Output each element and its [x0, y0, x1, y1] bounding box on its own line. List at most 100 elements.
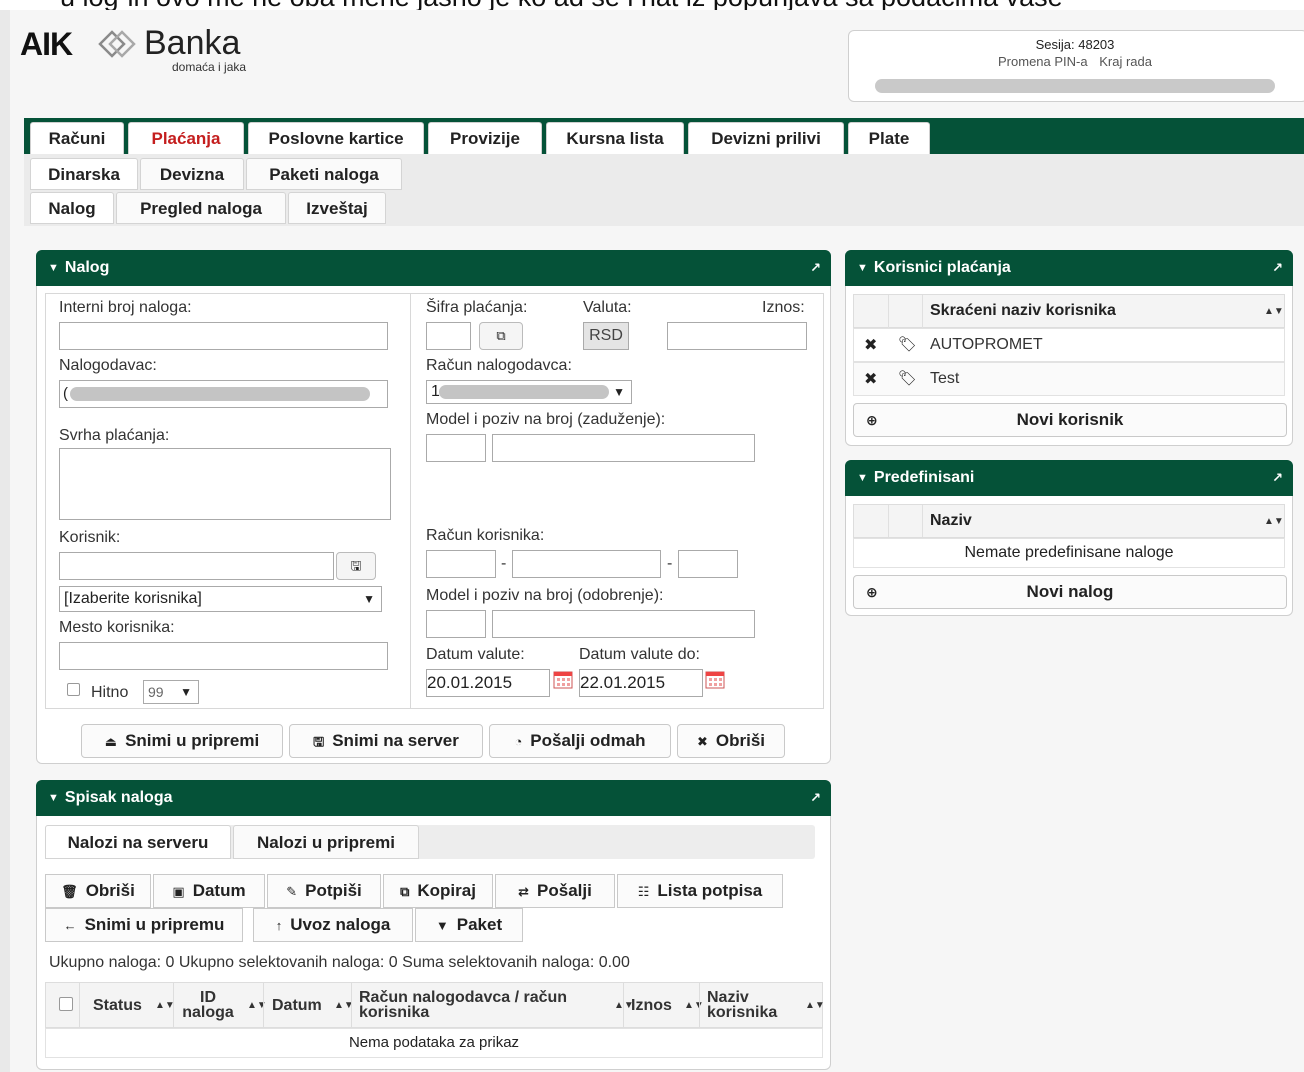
collapse-caret-icon[interactable]: ▼	[857, 460, 868, 496]
col-naziv[interactable]: Naziv	[930, 512, 972, 530]
delete-icon[interactable]: ✖	[864, 369, 877, 389]
sifra-input[interactable]	[426, 322, 471, 350]
subtab-paketi-naloga[interactable]: Paketi naloga	[246, 158, 402, 190]
snimi-u-pripremi-button[interactable]: ⏏ Snimi u pripremi	[81, 724, 283, 758]
posalji-odmah-button[interactable]: ◔ Pošalji odmah	[489, 724, 671, 758]
select-all-checkbox[interactable]	[59, 997, 73, 1011]
tab-poslovne-kartice[interactable]: Poslovne kartice	[248, 122, 424, 154]
nalog-panel-header[interactable]: ▼ Nalog ↗	[36, 250, 831, 286]
expand-icon[interactable]: ↗	[1272, 250, 1283, 286]
arrow-left-icon: ←	[63, 918, 77, 933]
sort-icon[interactable]: ▲▼	[155, 1000, 175, 1011]
col-iznos[interactable]: Iznos	[631, 997, 672, 1015]
expand-icon[interactable]: ↗	[810, 250, 821, 286]
korisnik-save-button[interactable]: 🖫	[336, 552, 376, 580]
iznos-input[interactable]	[667, 322, 807, 350]
change-pin-link[interactable]: Promena PIN-a	[998, 54, 1088, 69]
plus-circle-icon: ⊕	[866, 412, 878, 428]
subtab-dinarska[interactable]: Dinarska	[30, 158, 138, 190]
collapse-caret-icon[interactable]: ▼	[48, 780, 59, 816]
col-racun[interactable]: Račun nalogodavca / račun korisnika	[359, 990, 579, 1021]
collapse-caret-icon[interactable]: ▼	[48, 250, 59, 286]
toolbar-lista-potpisa-button[interactable]: ☷ Lista potpisa	[617, 874, 783, 908]
racun-korisnika-bank-input[interactable]	[426, 550, 496, 578]
toolbar-snimi-u-pripremu-button[interactable]: ← Snimi u pripremu	[45, 908, 243, 942]
racun-korisnika-control-input[interactable]	[678, 550, 738, 578]
tab-placanja[interactable]: Plaćanja	[128, 122, 244, 156]
tag-icon[interactable]: 🏷	[898, 369, 917, 387]
tab-plate[interactable]: Plate	[848, 122, 930, 154]
nalogodavac-input[interactable]: (	[59, 380, 388, 408]
col-naziv-korisnika[interactable]: Naziv korisnika	[707, 990, 787, 1021]
datum-valute-do-input[interactable]: 22.01.2015	[579, 669, 703, 697]
sort-icon[interactable]: ▲▼	[1264, 306, 1284, 317]
korisnik-row[interactable]	[853, 362, 1285, 396]
sort-icon[interactable]: ▲▼	[684, 1000, 704, 1011]
collapse-caret-icon[interactable]: ▼	[857, 250, 868, 286]
interni-broj-input[interactable]	[59, 322, 388, 350]
svrha-textarea[interactable]	[59, 448, 391, 520]
col-skraceni-naziv[interactable]: Skraćeni naziv korisnika	[930, 302, 1116, 320]
tab-kursna-lista[interactable]: Kursna lista	[546, 122, 684, 154]
toolbar-uvoz-naloga-button[interactable]: ↑ Uvoz naloga	[253, 908, 413, 942]
hitno-select[interactable]: 99 ▼	[143, 680, 199, 704]
subtab-devizna[interactable]: Devizna	[140, 158, 244, 190]
tag-icon[interactable]: 🏷	[898, 335, 917, 353]
obrisi-button[interactable]: ✖ Obriši	[677, 724, 785, 758]
subtab-pregled-naloga[interactable]: Pregled naloga	[116, 192, 286, 224]
label-model-odobrenje: Model i poziv na broj (odobrenje):	[426, 587, 664, 604]
predefinisani-table-header	[853, 504, 1285, 538]
caret-down-icon: ▼	[435, 918, 449, 933]
racun-korisnika-number-input[interactable]	[512, 550, 661, 578]
logout-link[interactable]: Kraj rada	[1099, 54, 1152, 69]
tab-nalozi-u-pripremi[interactable]: Nalozi u pripremi	[233, 825, 419, 859]
model-zaduzenje-input[interactable]	[426, 434, 486, 462]
korisnik-row[interactable]	[853, 328, 1285, 362]
tab-provizije[interactable]: Provizije	[428, 122, 542, 154]
col-id-naloga[interactable]: ID naloga	[182, 990, 234, 1021]
sort-icon[interactable]: ▲▼	[805, 1000, 825, 1011]
spisak-panel-header[interactable]: ▼ Spisak naloga ↗	[36, 780, 831, 816]
korisnik-name: AUTOPROMET	[930, 336, 1043, 353]
tab-racuni[interactable]: Računi	[30, 122, 124, 154]
calendar-icon[interactable]	[553, 671, 573, 689]
calendar-icon[interactable]	[705, 671, 725, 689]
datum-valute-input[interactable]: 20.01.2015	[426, 669, 550, 697]
snimi-na-server-button[interactable]: 🖫 Snimi na server	[289, 724, 483, 758]
toolbar-obrisi-button[interactable]: 🗑 Obriši	[45, 874, 151, 908]
poziv-odobrenje-input[interactable]	[492, 610, 755, 638]
sifra-lookup-button[interactable]: ⧉	[479, 322, 523, 350]
model-odobrenje-input[interactable]	[426, 610, 486, 638]
expand-icon[interactable]: ↗	[1272, 460, 1283, 496]
label-racun-korisnika: Račun korisnika:	[426, 527, 545, 544]
plus-circle-icon: ⊕	[866, 584, 878, 600]
novi-korisnik-button[interactable]: ⊕ Novi korisnik	[853, 403, 1287, 437]
mesto-input[interactable]	[59, 642, 388, 670]
subtab-nalog[interactable]: Nalog	[30, 192, 114, 224]
predefinisani-panel-header[interactable]: ▼ Predefinisani ↗	[845, 460, 1293, 496]
spisak-naloga-panel: ▼ Spisak naloga ↗ Nalozi na serveru Naloz…	[36, 780, 831, 1070]
sort-icon[interactable]: ▲▼	[1264, 516, 1284, 527]
racun-nalogodavca-select[interactable]: 1 ▼	[426, 380, 632, 404]
korisnik-input[interactable]	[59, 552, 334, 580]
toolbar-potpisi-button[interactable]: ✎ Potpiši	[267, 874, 381, 908]
logo-name: Banka	[144, 24, 241, 62]
novi-nalog-button[interactable]: ⊕ Novi nalog	[853, 575, 1287, 609]
delete-icon[interactable]: ✖	[864, 335, 877, 355]
list-icon: ☷	[637, 884, 650, 899]
tab-devizni-prilivi[interactable]: Devizni prilivi	[688, 122, 844, 154]
col-datum[interactable]: Datum	[272, 997, 322, 1015]
session-links: Promena PIN-a Kraj rada	[849, 54, 1301, 69]
toolbar-paket-button[interactable]: ▼ Paket	[415, 908, 523, 942]
toolbar-kopiraj-button[interactable]: ⧉ Kopiraj	[383, 874, 493, 908]
korisnici-panel-header[interactable]: ▼ Korisnici plaćanja ↗	[845, 250, 1293, 286]
hitno-checkbox[interactable]	[67, 683, 80, 696]
korisnik-select[interactable]: [Izaberite korisnika] ▼	[59, 586, 382, 612]
tab-nalozi-na-serveru[interactable]: Nalozi na serveru	[45, 825, 231, 859]
poziv-zaduzenje-input[interactable]	[492, 434, 755, 462]
col-status[interactable]: Status	[93, 997, 142, 1015]
subtab-izvestaj[interactable]: Izveštaj	[288, 192, 386, 224]
expand-icon[interactable]: ↗	[810, 780, 821, 816]
toolbar-datum-button[interactable]: ▣ Datum	[153, 874, 265, 908]
toolbar-posalji-button[interactable]: ⇄ Pošalji	[495, 874, 615, 908]
